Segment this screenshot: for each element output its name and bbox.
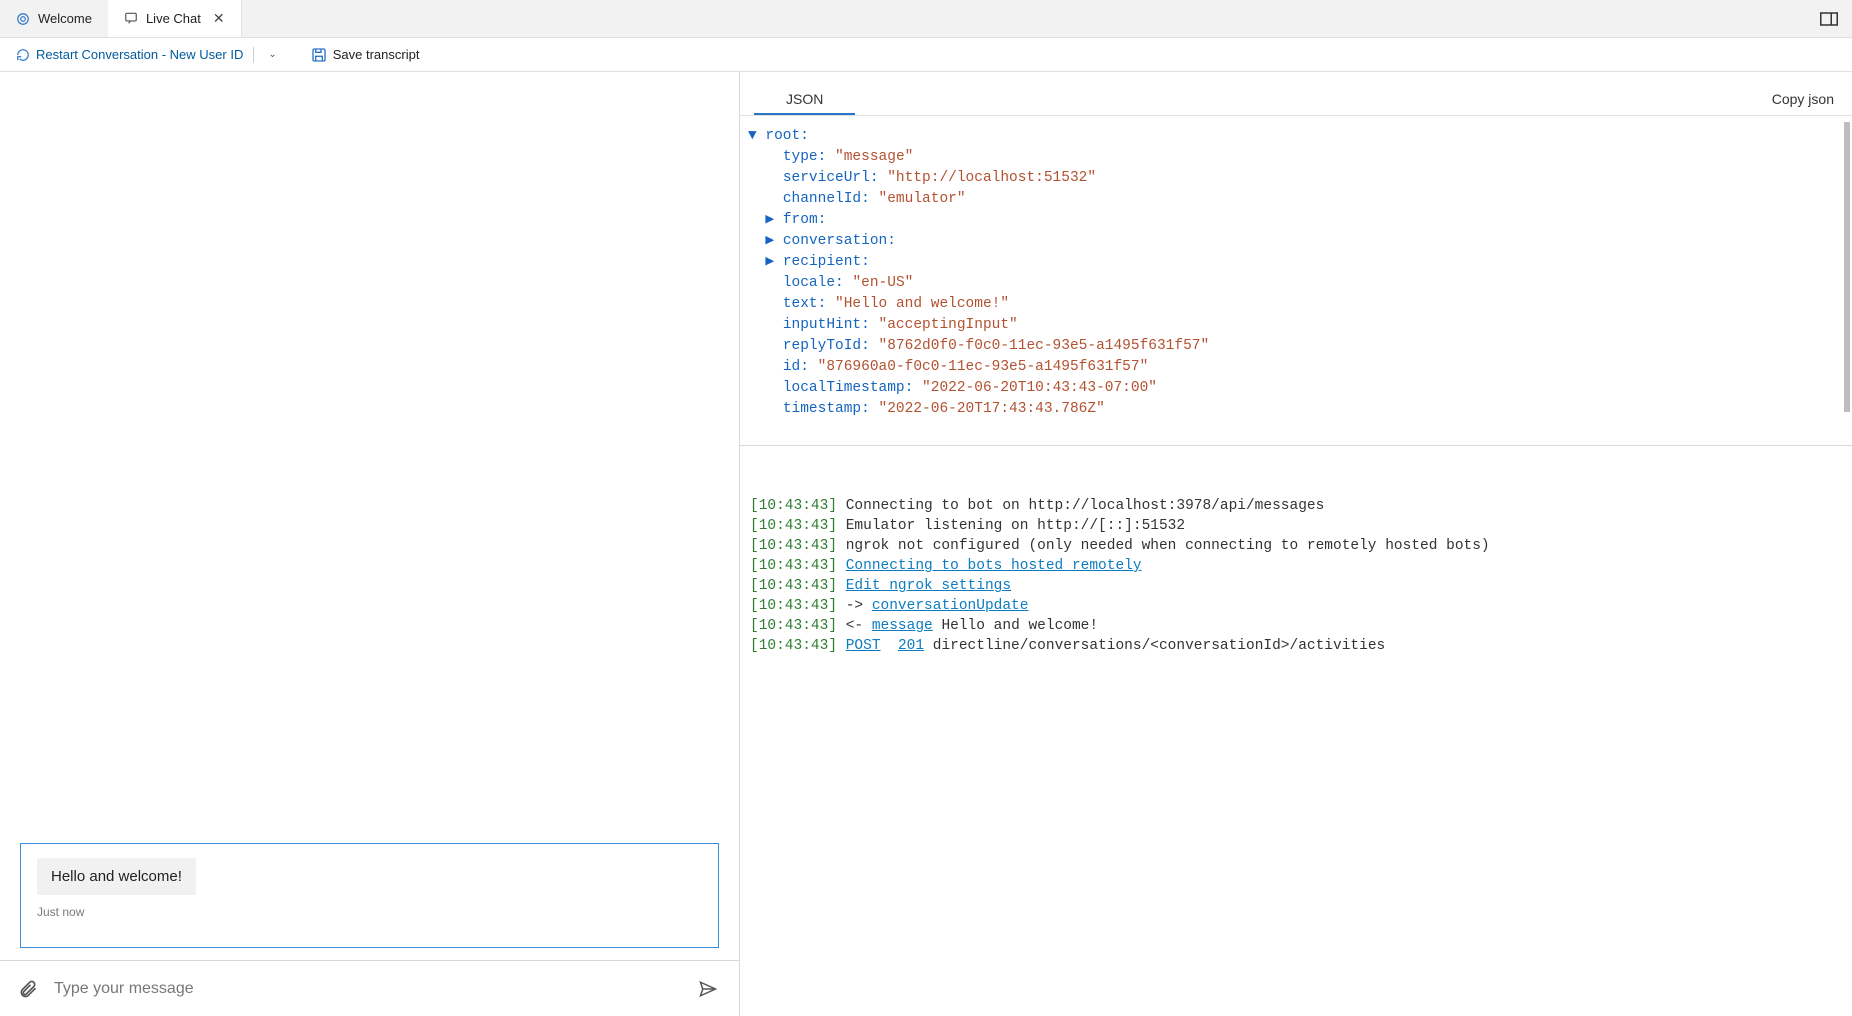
chat-transcript[interactable]: Hello and welcome! Just now — [0, 72, 739, 960]
json-key: replyToId: — [783, 338, 870, 354]
close-icon[interactable]: ✕ — [213, 10, 225, 27]
chat-icon — [124, 11, 138, 25]
json-value: "acceptingInput" — [879, 317, 1018, 333]
json-tab[interactable]: JSON — [754, 83, 855, 115]
log-text: ngrok not configured (only needed when c… — [837, 538, 1490, 554]
log-text: directline/conversations/<conversationId… — [924, 638, 1385, 654]
json-tree[interactable]: ▼ root: type: "message" serviceUrl: "htt… — [740, 116, 1852, 446]
save-icon — [311, 47, 327, 63]
caret-right-icon[interactable]: ▶ — [765, 233, 782, 249]
message-input[interactable] — [54, 980, 679, 998]
log-link[interactable]: POST — [846, 638, 881, 654]
log-timestamp: [10:43:43] — [750, 638, 837, 654]
json-key: from: — [783, 212, 827, 228]
log-link[interactable]: conversationUpdate — [872, 598, 1029, 614]
log-text: Hello and welcome! — [933, 618, 1098, 634]
json-value: "876960a0-f0c0-11ec-93e5-a1495f631f57" — [818, 359, 1149, 375]
selected-activity-card[interactable]: Hello and welcome! Just now — [20, 843, 719, 948]
log-timestamp: [10:43:43] — [750, 558, 837, 574]
restart-label: Restart Conversation - New User ID — [36, 47, 243, 62]
log-timestamp: [10:43:43] — [750, 578, 837, 594]
json-key: serviceUrl: — [783, 170, 879, 186]
log-text: Connecting to bot on http://localhost:39… — [837, 498, 1324, 514]
json-key: conversation: — [783, 233, 896, 249]
caret-right-icon[interactable]: ▶ — [765, 212, 782, 228]
log-timestamp: [10:43:43] — [750, 498, 837, 514]
json-value: "2022-06-20T17:43:43.786Z" — [879, 401, 1105, 417]
tab-welcome[interactable]: Welcome — [0, 0, 108, 37]
chat-input-row — [0, 960, 739, 1016]
log-link[interactable]: 201 — [898, 638, 924, 654]
chevron-down-icon[interactable]: ⌄ — [264, 47, 280, 62]
restart-conversation-button[interactable]: Restart Conversation - New User ID — [16, 47, 243, 62]
bot-message[interactable]: Hello and welcome! — [37, 858, 196, 895]
log-timestamp: [10:43:43] — [750, 618, 837, 634]
caret-down-icon[interactable]: ▼ — [748, 128, 765, 144]
panel-split-icon[interactable] — [1806, 0, 1852, 37]
caret-right-icon[interactable]: ▶ — [765, 254, 782, 270]
inspector-header: JSON Copy json — [740, 72, 1852, 116]
tab-livechat[interactable]: Live Chat ✕ — [108, 0, 242, 37]
send-icon[interactable] — [695, 980, 721, 998]
log-link[interactable]: message — [872, 618, 933, 634]
toolbar: Restart Conversation - New User ID ⌄ Sav… — [0, 38, 1852, 72]
json-key: text: — [783, 296, 827, 312]
json-value: "emulator" — [879, 191, 966, 207]
log-text: <- — [837, 618, 872, 634]
json-key: localTimestamp: — [783, 380, 914, 396]
json-value: "en-US" — [852, 275, 913, 291]
chat-panel: Hello and welcome! Just now — [0, 72, 740, 1016]
json-value: "http://localhost:51532" — [887, 170, 1096, 186]
log-text: Emulator listening on http://[::]:51532 — [837, 518, 1185, 534]
json-value: "2022-06-20T10:43:43-07:00" — [922, 380, 1157, 396]
json-value: "8762d0f0-f0c0-11ec-93e5-a1495f631f57" — [879, 338, 1210, 354]
json-key: timestamp: — [783, 401, 870, 417]
log-link[interactable]: Edit ngrok settings — [846, 578, 1011, 594]
welcome-icon — [16, 12, 30, 26]
toolbar-divider — [253, 47, 254, 63]
save-transcript-button[interactable]: Save transcript — [311, 47, 420, 63]
json-key: recipient: — [783, 254, 870, 270]
log-timestamp: [10:43:43] — [750, 518, 837, 534]
refresh-icon — [16, 48, 30, 62]
attachment-icon[interactable] — [18, 978, 38, 1000]
message-timestamp: Just now — [37, 905, 702, 919]
log-panel[interactable]: [10:43:43] Connecting to bot on http://l… — [740, 446, 1852, 1016]
inspector-panel: JSON Copy json ▼ root: type: "message" s… — [740, 72, 1852, 1016]
json-key: id: — [783, 359, 809, 375]
tab-bar: Welcome Live Chat ✕ — [0, 0, 1852, 38]
tab-welcome-label: Welcome — [38, 11, 92, 26]
log-timestamp: [10:43:43] — [750, 598, 837, 614]
log-link[interactable]: Connecting to bots hosted remotely — [846, 558, 1142, 574]
json-key: inputHint: — [783, 317, 870, 333]
json-key: channelId: — [783, 191, 870, 207]
json-key-root: root: — [765, 128, 809, 144]
bot-message-text: Hello and welcome! — [51, 868, 182, 885]
save-label: Save transcript — [333, 47, 420, 62]
json-value: "message" — [835, 149, 913, 165]
log-text: -> — [837, 598, 872, 614]
log-timestamp: [10:43:43] — [750, 538, 837, 554]
copy-json-button[interactable]: Copy json — [1768, 83, 1838, 115]
json-key: type: — [783, 149, 827, 165]
json-key: locale: — [783, 275, 844, 291]
json-value: "Hello and welcome!" — [835, 296, 1009, 312]
tab-livechat-label: Live Chat — [146, 11, 201, 26]
